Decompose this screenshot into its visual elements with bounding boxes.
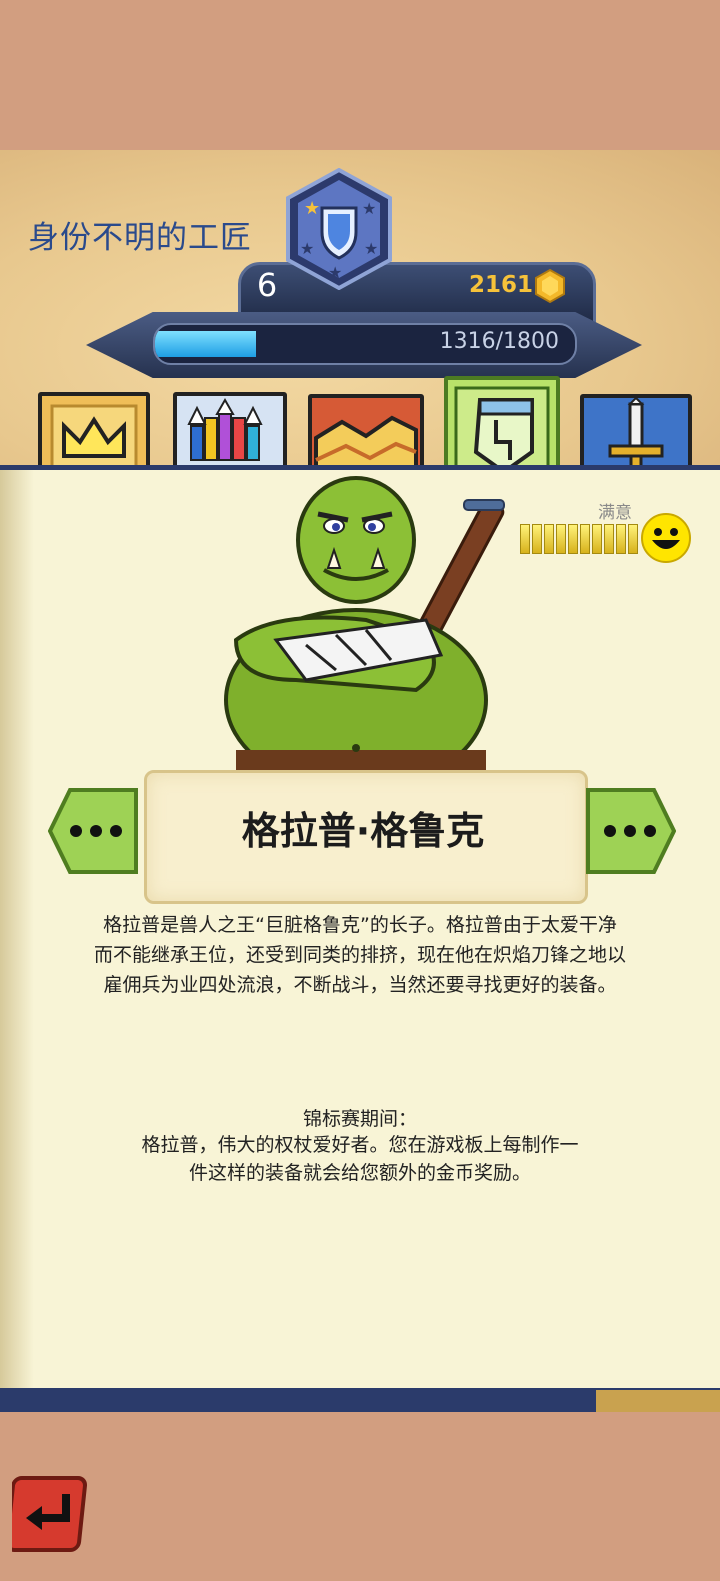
meter-segment — [616, 524, 626, 554]
svg-text:★: ★ — [362, 199, 376, 218]
meter-segment — [532, 524, 542, 554]
tournament-line: 格拉普，伟大的权杖爱好者。您在游戏板上每制作一 — [141, 1134, 579, 1156]
svg-text:★: ★ — [364, 239, 378, 258]
hero-name: 格拉普·格鲁克 — [241, 809, 485, 853]
next-arrow-icon — [586, 788, 677, 874]
happy-face-icon — [641, 513, 691, 563]
next-character-button[interactable] — [586, 788, 677, 874]
meter-segment — [604, 524, 614, 554]
meter-segment — [568, 524, 578, 554]
meter-segment — [580, 524, 590, 554]
meter-segment — [556, 524, 566, 554]
hero-bio-line: 而不能继承王位，还受到同类的排挤，现在他在炽焰刀锋之地以 — [93, 944, 626, 966]
gold-icon — [535, 268, 565, 304]
meter-segment — [592, 524, 602, 554]
rank-shield-icon: ★ ★ ★ ★ ★ — [286, 168, 392, 290]
book-bookmark — [596, 1390, 720, 1412]
meter-segment — [544, 524, 554, 554]
gold-amount: 2161 — [468, 272, 533, 298]
satisfaction-meter — [520, 524, 638, 554]
satisfaction-label: 满意 — [598, 503, 632, 523]
svg-text:★: ★ — [304, 198, 320, 219]
return-arrow-icon — [5, 1476, 88, 1552]
xp-bar-fill — [155, 331, 257, 357]
orc-portrait — [224, 476, 505, 780]
svg-text:★: ★ — [300, 239, 314, 258]
back-button[interactable] — [5, 1476, 88, 1552]
meter-segment — [520, 524, 530, 554]
book-edge — [0, 470, 34, 1400]
prev-character-button[interactable] — [47, 788, 138, 874]
tournament-line: 件这样的装备就会给您额外的金币奖励。 — [188, 1162, 531, 1184]
svg-text:★: ★ — [328, 263, 342, 282]
player-title: 身份不明的工匠 — [28, 220, 252, 256]
hero-bio-line: 格拉普是兽人之王“巨脏格鲁克”的长子。格拉普由于太爱干净 — [103, 914, 617, 936]
hero-bio-line: 雇佣兵为业四处流浪，不断战斗，当然还要寻找更好的装备。 — [103, 974, 617, 996]
meter-segment — [628, 524, 638, 554]
xp-bar: 1316/1800 — [153, 323, 577, 365]
prev-arrow-icon — [47, 788, 138, 874]
xp-text: 1316/1800 — [439, 329, 559, 354]
player-level: 6 — [256, 266, 278, 304]
